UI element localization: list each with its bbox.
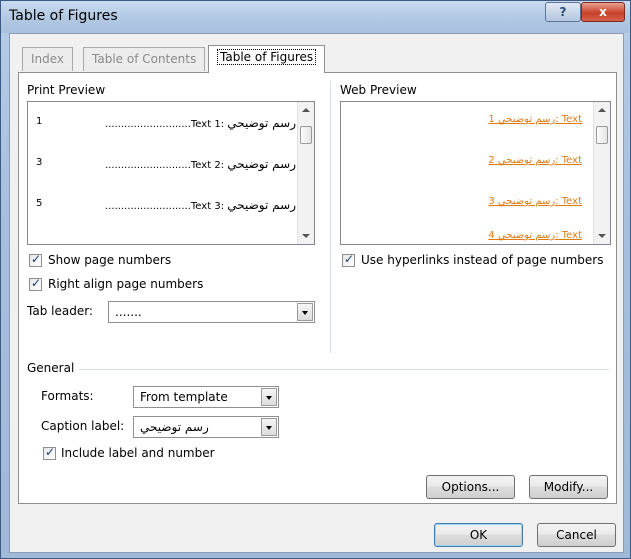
tab-index[interactable]: Index [22, 47, 74, 71]
pp-entry: ...........................Text 2: رسم ت… [105, 157, 296, 171]
include-label-checkbox[interactable] [43, 445, 56, 460]
print-preview-heading: Print Preview [27, 83, 106, 97]
close-button[interactable]: x [581, 2, 625, 22]
pp-text: Text [190, 201, 212, 212]
ok-button[interactable]: OK [434, 523, 523, 547]
pp-num: 1 [214, 119, 221, 130]
general-heading: General [27, 361, 75, 375]
tab-leader-value: ....... [115, 305, 142, 319]
pp-page: 1 [36, 116, 43, 127]
tab-tof-label: Table of Figures [217, 49, 317, 65]
column-divider [330, 81, 331, 353]
options-button[interactable]: Options... [426, 475, 515, 499]
modify-button[interactable]: Modify... [529, 475, 608, 499]
use-hyperlinks-checkbox[interactable] [342, 252, 355, 267]
window-title: Table of Figures [9, 8, 118, 24]
right-align-label: Right align page numbers [48, 277, 204, 291]
pp-dots: ........................... [105, 160, 191, 171]
formats-value: From template [140, 390, 228, 404]
tab-panel: Print Preview 1 ........................… [18, 72, 617, 504]
help-button[interactable]: ? [545, 2, 581, 22]
tab-table-of-contents[interactable]: Table of Contents [83, 47, 206, 71]
print-preview-line: 1 ...........................Text 1: رسم… [36, 116, 296, 132]
scroll-thumb[interactable] [300, 126, 312, 144]
print-preview-box: 1 ...........................Text 1: رسم… [27, 101, 315, 245]
tab-table-of-figures[interactable]: Table of Figures [208, 45, 326, 73]
use-hyperlinks-label: Use hyperlinks instead of page numbers [361, 253, 604, 267]
chevron-down-icon[interactable] [297, 303, 313, 321]
pp-caption: رسم توضيحي [227, 116, 296, 130]
scroll-up-icon[interactable] [598, 108, 606, 112]
show-page-numbers-checkbox[interactable] [29, 252, 42, 267]
show-page-numbers-label: Show page numbers [48, 253, 172, 267]
pp-page: 3 [36, 157, 43, 168]
print-preview-scrollbar[interactable] [297, 102, 314, 244]
pp-entry: ...........................Text 1: رسم ت… [105, 116, 296, 130]
web-preview-link[interactable]: رسم توضيحي 1: Text [488, 114, 582, 125]
pp-caption: رسم توضيحي [227, 198, 296, 212]
caption-label-value: رسم توضيحي [140, 420, 209, 434]
tab-toc-label: Table of Contents [92, 52, 197, 66]
pp-text: Text [190, 160, 212, 171]
pp-caption: رسم توضيحي [227, 157, 296, 171]
cancel-button[interactable]: Cancel [537, 523, 616, 547]
web-preview-box: رسم توضيحي 1: Text رسم توضيحي 2: Text رس… [340, 101, 611, 245]
formats-select[interactable]: From template [133, 386, 279, 408]
web-preview-scrollbar[interactable] [593, 102, 610, 244]
scroll-down-icon[interactable] [302, 234, 310, 238]
caption-label-select[interactable]: رسم توضيحي [133, 416, 279, 438]
pp-entry: ...........................Text 3: رسم ت… [105, 198, 296, 212]
title-bar[interactable]: Table of Figures ? x [1, 1, 630, 33]
tab-leader-select[interactable]: ....... [108, 301, 315, 323]
web-preview-link[interactable]: رسم توضيحي 2: Text [488, 155, 582, 166]
tab-index-label: Index [31, 52, 65, 66]
print-preview-line: 5 ...........................Text 3: رسم… [36, 198, 296, 214]
chevron-down-icon[interactable] [261, 418, 277, 436]
pp-dots: ........................... [105, 119, 191, 130]
right-align-checkbox[interactable] [29, 276, 42, 291]
chevron-down-icon[interactable] [261, 388, 277, 406]
web-preview-link[interactable]: رسم توضيحي 3: Text [488, 196, 582, 207]
pp-num: 3 [214, 201, 221, 212]
dialog-body: Index Table of Contents Table of Figures… [9, 33, 624, 553]
scroll-up-icon[interactable] [302, 108, 310, 112]
pp-text: Text [190, 119, 212, 130]
general-divider [79, 369, 609, 370]
print-preview-line: 3 ...........................Text 2: رسم… [36, 157, 296, 173]
pp-num: 2 [214, 160, 221, 171]
scroll-thumb[interactable] [596, 126, 608, 144]
web-preview-heading: Web Preview [340, 83, 417, 97]
dialog-window: Table of Figures ? x Index Table of Cont… [0, 0, 631, 559]
formats-label: Formats: [41, 389, 94, 403]
caption-label-label: Caption label: [41, 419, 125, 433]
scroll-down-icon[interactable] [598, 234, 606, 238]
pp-page: 5 [36, 198, 43, 209]
tab-leader-label: Tab leader: [27, 304, 93, 318]
pp-dots: ........................... [105, 201, 191, 212]
web-preview-link[interactable]: رسم توضيحي 4: Text [488, 230, 582, 241]
include-label-label: Include label and number [61, 446, 215, 460]
